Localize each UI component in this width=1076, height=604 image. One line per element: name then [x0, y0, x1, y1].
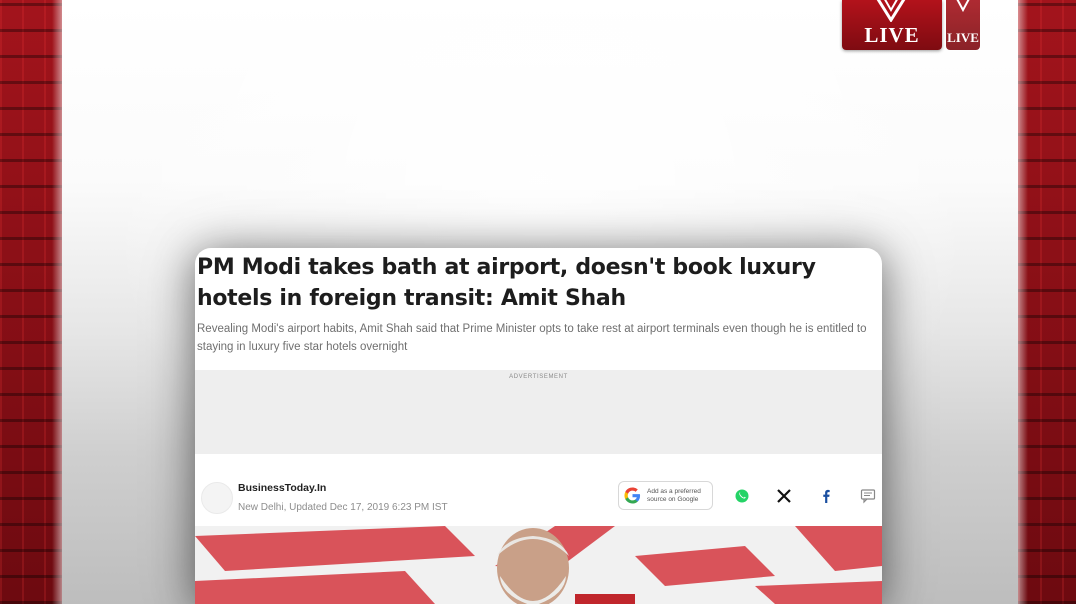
publisher-avatar [201, 482, 233, 514]
logo-live-text: LIVE [864, 23, 920, 47]
article-summary: Revealing Modi's airport habits, Amit Sh… [197, 323, 867, 353]
publish-meta: New Delhi, Updated Dec 17, 2019 6:23 PM … [238, 502, 448, 513]
logo-small-live-text: LIVE [947, 30, 979, 45]
comment-icon[interactable] [858, 486, 878, 506]
article-headline[interactable]: PM Modi takes bath at airport, doesn't b… [197, 252, 857, 314]
hero-photo-graphic [195, 526, 882, 604]
publisher-name[interactable]: BusinessToday.In [238, 482, 326, 494]
channel-logo: LIVE LIVE [842, 0, 980, 50]
ad-label: ADVERTISEMENT [509, 374, 568, 380]
article-card: PM Modi takes bath at airport, doesn't b… [195, 248, 882, 604]
article-hero-image [195, 526, 882, 604]
google-icon [624, 487, 641, 504]
heart-small-icon [956, 0, 970, 12]
whatsapp-icon[interactable] [732, 486, 752, 506]
heart-icon [876, 0, 906, 22]
right-brick-border [1018, 0, 1076, 604]
byline-bar: BusinessToday.In New Delhi, Updated Dec … [195, 468, 882, 520]
advertisement-slot[interactable]: ADVERTISEMENT [195, 370, 882, 454]
left-brick-border [0, 0, 62, 604]
secondary-live-logo: LIVE [946, 0, 980, 50]
google-button-label: Add as a preferred source on Google [647, 487, 701, 503]
facebook-icon[interactable] [816, 486, 836, 506]
x-icon[interactable] [774, 486, 794, 506]
live-logo: LIVE [842, 0, 942, 50]
google-preferred-source-button[interactable]: Add as a preferred source on Google [618, 481, 713, 510]
